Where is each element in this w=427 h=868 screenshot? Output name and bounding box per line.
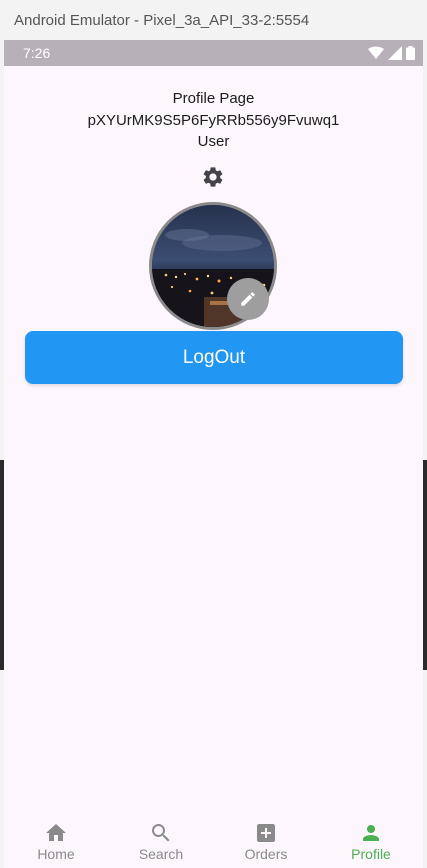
user-role: User (197, 133, 230, 150)
wifi-icon (368, 46, 384, 59)
nav-search-label: Search (138, 846, 184, 862)
status-bar: 7:26 (4, 40, 423, 66)
left-window-edge (0, 460, 4, 670)
settings-button[interactable] (201, 165, 225, 189)
logout-button[interactable]: LogOut (25, 331, 403, 384)
status-icons (368, 46, 415, 60)
status-time: 7:26 (23, 45, 51, 61)
phone-screen: 7:26 Profile Page pXYUrMK9S5P6FyRRb556y9… (4, 40, 423, 868)
home-icon (46, 824, 66, 841)
nav-orders-label: Orders (244, 846, 288, 862)
avatar-container (149, 202, 277, 330)
pencil-icon (241, 292, 255, 306)
nav-home[interactable]: Home (4, 818, 108, 868)
page-title: Profile Page (172, 90, 255, 107)
signal-icon (388, 46, 402, 60)
profile-header: Profile Page pXYUrMK9S5P6FyRRb556y9Fvuwq… (4, 88, 423, 153)
person-icon (363, 825, 379, 841)
battery-icon (406, 46, 415, 60)
gear-icon (203, 167, 223, 187)
user-id: pXYUrMK9S5P6FyRRb556y9Fvuwq1 (87, 111, 340, 129)
nav-search[interactable]: Search (109, 818, 213, 868)
nav-orders[interactable]: Orders (214, 818, 318, 868)
edit-avatar-button[interactable] (227, 278, 269, 320)
nav-home-label: Home (37, 846, 75, 862)
nav-profile[interactable]: Profile (319, 818, 423, 868)
window-titlebar: Android Emulator - Pixel_3a_API_33-2:555… (0, 0, 427, 40)
bottom-navigation: Home Search Orders Profile (4, 818, 423, 868)
right-window-edge (423, 460, 427, 670)
search-icon (152, 824, 170, 842)
nav-profile-label: Profile (351, 846, 391, 862)
add-box-icon (257, 824, 275, 842)
window-title: Android Emulator - Pixel_3a_API_33-2:555… (14, 12, 310, 29)
emulator-window: Android Emulator - Pixel_3a_API_33-2:555… (0, 0, 427, 868)
